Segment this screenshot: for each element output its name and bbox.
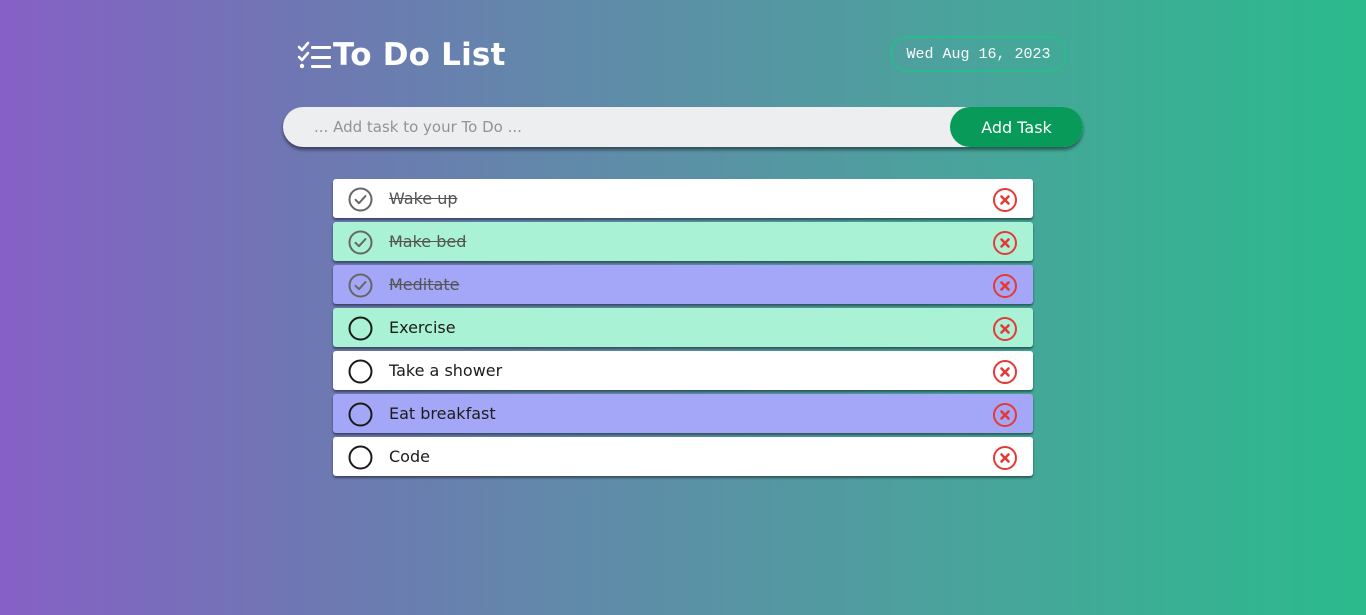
- task-input[interactable]: [283, 107, 950, 147]
- task-text: Exercise: [389, 318, 456, 337]
- task-text: Take a shower: [389, 361, 503, 380]
- task-item[interactable]: Take a shower: [333, 351, 1033, 390]
- delete-icon[interactable]: [992, 187, 1018, 213]
- date-badge: Wed Aug 16, 2023: [890, 36, 1067, 72]
- unchecked-circle-icon[interactable]: [348, 402, 373, 427]
- task-input-bar: Add Task: [283, 107, 1083, 147]
- task-item[interactable]: Meditate: [333, 265, 1033, 304]
- delete-icon[interactable]: [992, 316, 1018, 342]
- page-title: To Do List: [333, 37, 506, 73]
- delete-icon[interactable]: [992, 230, 1018, 256]
- delete-icon[interactable]: [992, 273, 1018, 299]
- checked-circle-icon[interactable]: [348, 187, 373, 212]
- task-text: Meditate: [389, 275, 460, 294]
- task-item[interactable]: Make bed: [333, 222, 1033, 261]
- task-item[interactable]: Exercise: [333, 308, 1033, 347]
- title-wrap: To Do List: [297, 36, 506, 74]
- checked-circle-icon[interactable]: [348, 230, 373, 255]
- delete-icon[interactable]: [992, 402, 1018, 428]
- unchecked-circle-icon[interactable]: [348, 359, 373, 384]
- unchecked-circle-icon[interactable]: [348, 445, 373, 470]
- delete-icon[interactable]: [992, 445, 1018, 471]
- task-text: Eat breakfast: [389, 404, 496, 423]
- unchecked-circle-icon[interactable]: [348, 316, 373, 341]
- checklist-icon: [297, 40, 333, 70]
- add-task-button[interactable]: Add Task: [950, 107, 1083, 147]
- task-text: Code: [389, 447, 430, 466]
- delete-icon[interactable]: [992, 359, 1018, 385]
- task-item[interactable]: Wake up: [333, 179, 1033, 218]
- task-item[interactable]: Code: [333, 437, 1033, 476]
- header: To Do List Wed Aug 16, 2023: [297, 36, 1067, 74]
- task-list: Wake up Make bed Meditate Exercise Take a sh…: [333, 179, 1033, 480]
- task-text: Wake up: [389, 189, 458, 208]
- checked-circle-icon[interactable]: [348, 273, 373, 298]
- task-text: Make bed: [389, 232, 467, 251]
- task-item[interactable]: Eat breakfast: [333, 394, 1033, 433]
